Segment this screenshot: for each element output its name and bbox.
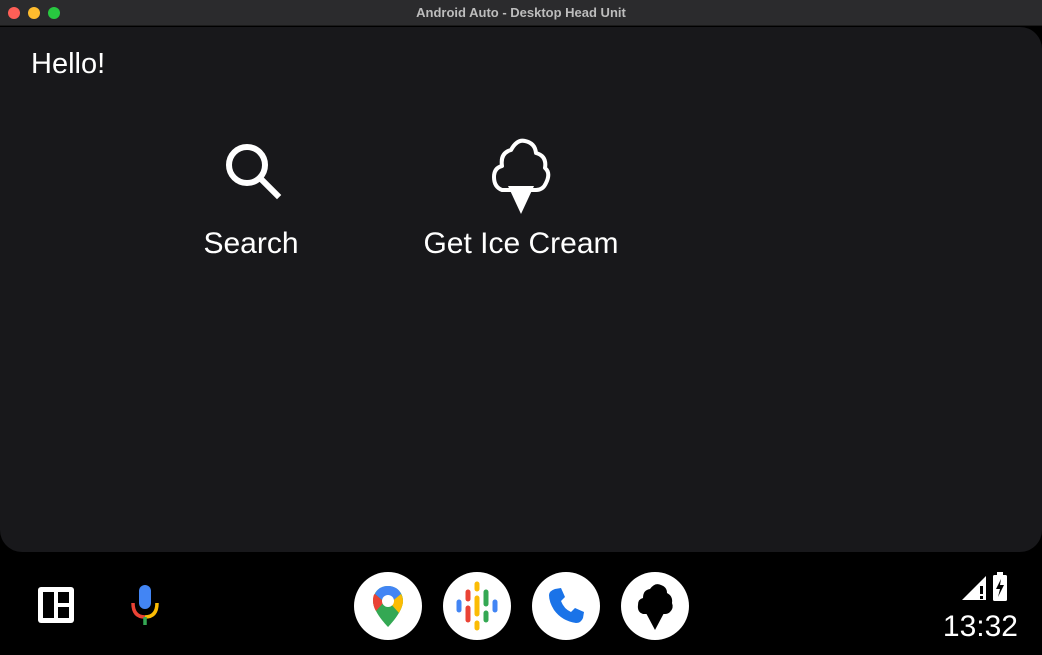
- app-content-surface: [0, 27, 1042, 552]
- podcasts-icon: [456, 581, 498, 631]
- window-title: Android Auto - Desktop Head Unit: [416, 5, 626, 20]
- microphone-icon[interactable]: [123, 583, 167, 627]
- phone-app-button[interactable]: [532, 572, 600, 640]
- search-icon: [216, 135, 286, 215]
- phone-icon: [549, 588, 584, 623]
- google-maps-app-button[interactable]: [354, 572, 422, 640]
- ice-cream-icon: [486, 135, 556, 215]
- desktop-head-unit-window: Android Auto - Desktop Head Unit Hello! …: [0, 0, 1042, 655]
- page-title: Hello!: [31, 48, 106, 80]
- google-maps-icon: [373, 586, 403, 627]
- grid-item-get-ice-cream[interactable]: Get Ice Cream: [406, 135, 636, 275]
- ice-cream-app-button[interactable]: [621, 572, 689, 640]
- ice-cream-app-icon: [637, 584, 673, 630]
- clock: 13:32: [942, 610, 1018, 643]
- podcasts-app-button[interactable]: [443, 572, 511, 640]
- cell-signal-icon: [960, 574, 988, 607]
- grid-item-label: Get Ice Cream: [423, 227, 619, 260]
- dashboard-layout-icon[interactable]: [34, 583, 78, 627]
- grid-item-search[interactable]: Search: [136, 135, 366, 275]
- window-titlebar[interactable]: Android Auto - Desktop Head Unit: [0, 0, 1042, 26]
- status-area: 13:32: [928, 570, 1018, 650]
- grid-item-label: Search: [203, 227, 299, 260]
- battery-charging-icon: [992, 572, 1008, 607]
